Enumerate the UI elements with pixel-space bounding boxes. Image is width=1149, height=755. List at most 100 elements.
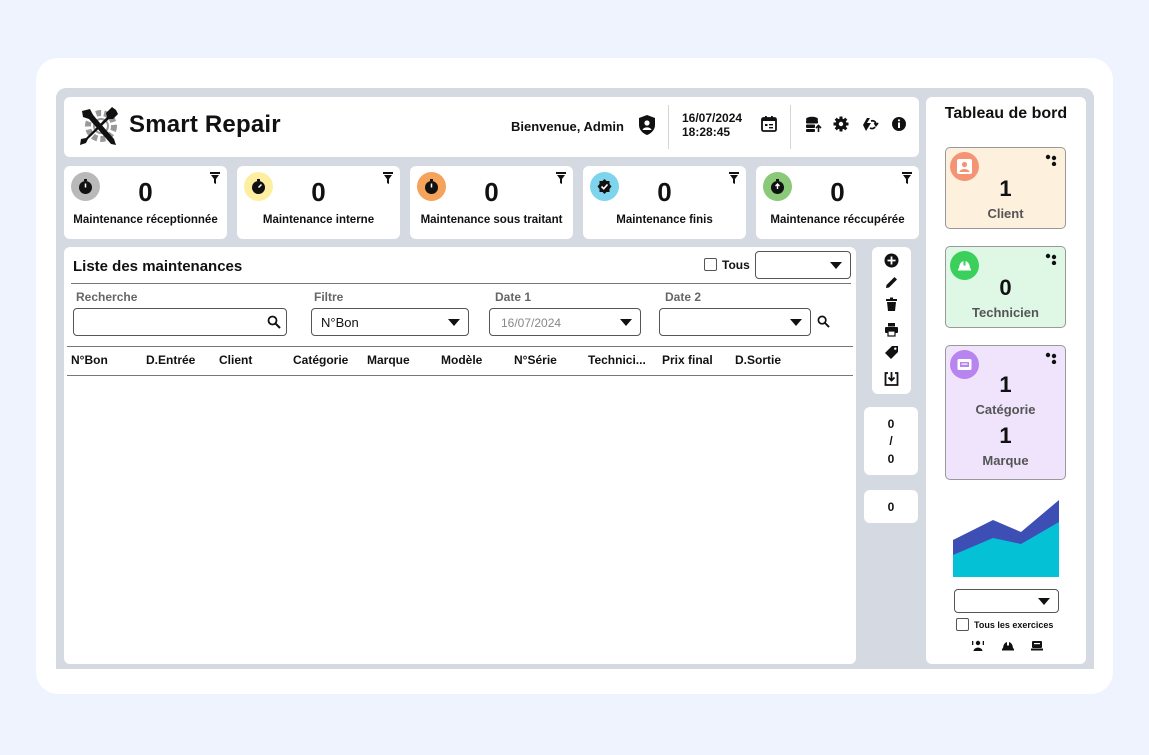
brand-label: Marque: [982, 453, 1029, 468]
more-dots-icon[interactable]: [1045, 253, 1057, 265]
divider: [71, 283, 851, 284]
tous-label: Tous: [722, 258, 750, 272]
date1-picker[interactable]: 16/07/2024: [489, 308, 641, 336]
print-icon[interactable]: [884, 322, 899, 337]
edit-icon[interactable]: [884, 275, 899, 290]
table-header-top-border: [67, 346, 853, 347]
search-input[interactable]: [73, 308, 287, 336]
more-dots-icon[interactable]: [1045, 352, 1057, 364]
stat-card-finished[interactable]: 0 Maintenance finis: [583, 166, 746, 239]
shield-user-icon[interactable]: [637, 114, 657, 136]
all-years-label: Tous les exercices: [974, 620, 1054, 630]
wrench-gear-logo-icon: [80, 107, 118, 145]
column-header[interactable]: N°Bon: [71, 353, 108, 367]
stat-value: 0: [657, 177, 672, 207]
datetime: 16/07/2024 18:28:45: [682, 111, 742, 139]
date1-value: 16/07/2024: [501, 316, 562, 330]
more-dots-icon[interactable]: [1045, 154, 1057, 166]
welcome-text: Bienvenue, Admin: [511, 119, 624, 134]
column-header[interactable]: Marque: [367, 353, 410, 367]
download-icon[interactable]: [884, 371, 899, 386]
helmet-icon: [958, 260, 971, 271]
filter-icon[interactable]: [383, 172, 393, 184]
pagination: 0 / 0: [864, 407, 918, 475]
column-header[interactable]: Prix final: [662, 353, 713, 367]
action-toolbar: [872, 247, 911, 394]
area-chart: [953, 500, 1059, 577]
list-title: Liste des maintenances: [73, 258, 243, 275]
stat-label: Maintenance réccupérée: [770, 214, 905, 226]
chevron-down-icon: [448, 319, 460, 326]
stat-value: 0: [311, 177, 326, 207]
category-count: 1: [999, 372, 1012, 397]
stat-label: Maintenance interne: [262, 214, 375, 226]
stat-label: Maintenance sous traitant: [420, 214, 563, 226]
technician-count: 0: [999, 275, 1012, 300]
chevron-down-icon: [620, 319, 632, 326]
tous-select[interactable]: [755, 251, 851, 279]
stat-card-subcontractor[interactable]: 0 Maintenance sous traitant: [410, 166, 573, 239]
select-value: N°Bon: [321, 315, 359, 330]
column-header[interactable]: N°Série: [514, 353, 557, 367]
chevron-down-icon: [790, 319, 802, 326]
chevron-down-icon: [830, 262, 842, 269]
filter-icon[interactable]: [210, 172, 220, 184]
stat-label: Maintenance réceptionnée: [73, 214, 218, 226]
stat-card-internal[interactable]: 0 Maintenance interne: [237, 166, 400, 239]
card-small-icon[interactable]: [1031, 640, 1043, 651]
app-title: Smart Repair: [129, 111, 281, 138]
add-icon[interactable]: [884, 253, 899, 268]
column-header[interactable]: Modèle: [441, 353, 482, 367]
date1-label: Date 1: [495, 290, 532, 304]
calendar-icon[interactable]: [760, 115, 778, 133]
users-small-icon[interactable]: [972, 640, 984, 651]
record-count: 0: [864, 490, 918, 523]
dashboard-panel: Tableau de bord 1 Client 0 Technicien 1 …: [926, 97, 1086, 664]
stat-card-recovered[interactable]: 0 Maintenance réccupérée: [756, 166, 919, 239]
filter-icon[interactable]: [729, 172, 739, 184]
current-date: 16/07/2024: [682, 111, 743, 125]
filter-icon[interactable]: [902, 172, 912, 184]
maintenance-list-panel: Liste des maintenances Tous Recherche Fi…: [64, 247, 856, 664]
column-header[interactable]: D.Sortie: [735, 353, 781, 367]
client-card[interactable]: 1 Client: [945, 147, 1066, 229]
stat-value: 0: [830, 177, 845, 207]
tous-checkbox[interactable]: [704, 258, 717, 271]
filter-select[interactable]: N°Bon: [311, 308, 469, 336]
gear-icon[interactable]: [832, 115, 850, 133]
stat-value: 0: [484, 177, 499, 207]
page-total: 0: [887, 452, 895, 466]
filter-label: Filtre: [314, 290, 344, 304]
database-upload-icon[interactable]: [804, 115, 822, 133]
page-current: 0: [887, 417, 895, 431]
search-label: Recherche: [76, 290, 138, 304]
search-icon[interactable]: [267, 315, 281, 329]
info-icon[interactable]: [890, 115, 908, 133]
technician-card[interactable]: 0 Technicien: [945, 246, 1066, 328]
tag-icon[interactable]: [884, 344, 899, 359]
header-divider: [668, 105, 669, 149]
helmet-small-icon[interactable]: [1002, 640, 1014, 651]
all-years-checkbox[interactable]: [956, 618, 969, 631]
column-header[interactable]: Technici...: [588, 353, 646, 367]
header-divider: [790, 105, 791, 149]
record-count-value: 0: [887, 500, 895, 514]
category-label: Catégorie: [975, 402, 1036, 417]
sync-icon[interactable]: [861, 115, 879, 133]
user-icon: [957, 159, 972, 174]
column-header[interactable]: D.Entrée: [146, 353, 195, 367]
filter-icon[interactable]: [556, 172, 566, 184]
client-label: Client: [987, 206, 1024, 221]
stat-label: Maintenance finis: [616, 214, 713, 226]
category-brand-card[interactable]: 1 Catégorie 1 Marque: [945, 345, 1066, 480]
delete-icon[interactable]: [884, 297, 899, 312]
table-body: [67, 376, 853, 660]
category-card-icon: [957, 359, 972, 370]
date2-picker[interactable]: [659, 308, 811, 336]
date-search-icon[interactable]: [817, 315, 830, 328]
column-header[interactable]: Catégorie: [293, 353, 348, 367]
brand-count: 1: [999, 423, 1012, 448]
year-select[interactable]: [954, 589, 1059, 613]
stat-card-received[interactable]: 0 Maintenance réceptionnée: [64, 166, 227, 239]
column-header[interactable]: Client: [219, 353, 252, 367]
